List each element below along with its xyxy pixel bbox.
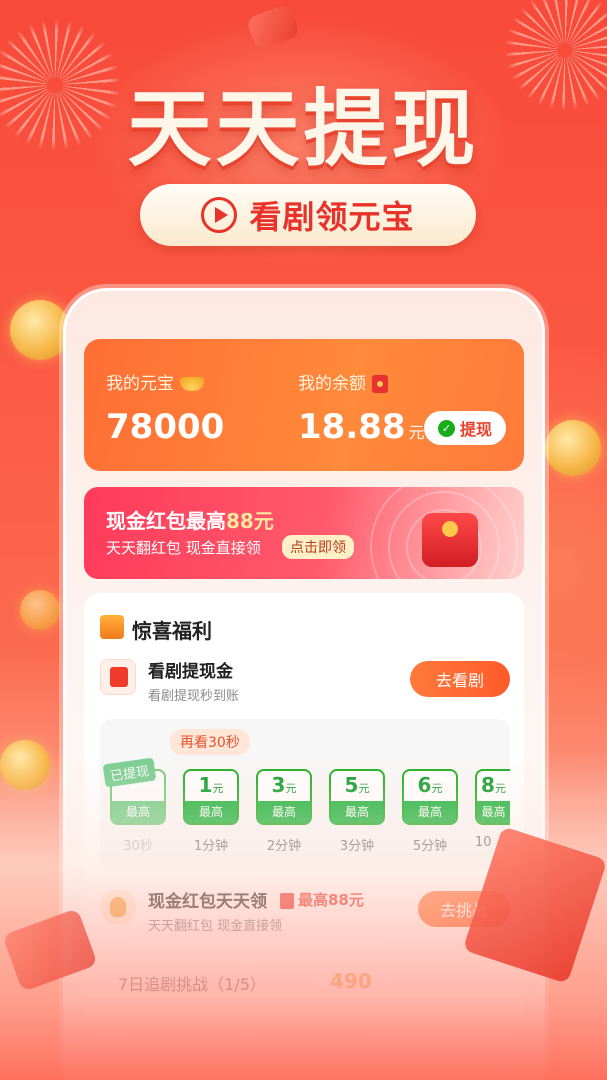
step-tag: 最高 xyxy=(112,801,164,823)
step-tag: 最高 xyxy=(404,801,456,823)
watch-progress-box: 再看30秒 最高 已提现 30秒 1元 最高 1分钟 3元 最高 2分钟 5元 … xyxy=(100,719,510,869)
withdraw-button[interactable]: ✓ 提现 xyxy=(424,411,506,445)
red-envelope-icon xyxy=(422,513,478,567)
step-time: 5分钟 xyxy=(412,839,448,854)
balance-label-row: 我的余额 xyxy=(298,369,388,394)
ingots-value: 78000 xyxy=(106,407,225,447)
gift-icon xyxy=(100,615,124,639)
gold-ingot-icon xyxy=(180,377,204,391)
balance-label: 我的余额 xyxy=(298,374,366,394)
red-packet-icon xyxy=(280,892,294,909)
step-time: 30秒 xyxy=(123,839,153,854)
step-tag: 最高 xyxy=(477,801,510,823)
task-redpacket-subtitle: 天天翻红包 现金直接领 xyxy=(148,919,283,934)
claim-now-button[interactable]: 点击即领 xyxy=(282,535,354,559)
watch-more-hint: 再看30秒 xyxy=(170,729,250,755)
progress-step: 6元 最高 xyxy=(402,769,458,825)
balance-value: 18.88 xyxy=(298,407,406,447)
wechat-icon: ✓ xyxy=(437,419,455,437)
step-tag: 最高 xyxy=(185,801,237,823)
progress-step: 8元 最高 xyxy=(475,769,510,825)
go-watch-button[interactable]: 去看剧 xyxy=(410,661,510,697)
coin-icon xyxy=(10,300,70,360)
balance-row: 18.88 元 xyxy=(298,407,425,447)
promo-title-prefix: 现金红包最高 xyxy=(106,509,226,533)
task-redpacket-title: 现金红包天天领 xyxy=(148,892,267,912)
max-reward-badge: 最高88元 xyxy=(280,889,364,910)
task-watch-title: 看剧提现金 xyxy=(148,662,233,682)
promo-title-amount: 88元 xyxy=(226,509,274,533)
progress-step: 3元 最高 xyxy=(256,769,312,825)
progress-step: 1元 最高 xyxy=(183,769,239,825)
step-amount: 1元 xyxy=(198,773,224,797)
step-amount: 8元 xyxy=(481,773,506,797)
step-tag: 最高 xyxy=(258,801,310,823)
step-amount: 3元 xyxy=(271,773,297,797)
step-time: 1分钟 xyxy=(193,839,229,854)
step-amount: 5元 xyxy=(344,773,370,797)
section-title: 惊喜福利 xyxy=(132,619,212,643)
ingots-label-row: 我的元宝 xyxy=(106,369,204,394)
phone-frame: 我的元宝 78000 我的余额 18.88 元 ✓ 提现 现金红包最高88元 天天… xyxy=(63,288,545,1080)
withdrawn-badge: 已提现 xyxy=(102,757,157,788)
cash-redpacket-promo[interactable]: 现金红包最高88元 天天翻红包 现金直接领 点击即领 xyxy=(84,487,524,579)
step-time: 3分钟 xyxy=(339,839,375,854)
promo-title: 现金红包最高88元 xyxy=(106,505,274,534)
red-packet-icon xyxy=(100,659,136,695)
red-packet-icon xyxy=(372,375,388,393)
promo-subtitle: 天天翻红包 现金直接领 xyxy=(106,539,261,557)
step-time: 2分钟 xyxy=(266,839,302,854)
step-amount: 6元 xyxy=(417,773,443,797)
play-icon xyxy=(201,197,238,233)
surprise-benefits-section: 惊喜福利 看剧提现金 看剧提现秒到账 去看剧 再看30秒 最高 已提现 30秒 … xyxy=(84,593,524,1080)
coin-icon xyxy=(0,740,50,790)
task-challenge-title: 7日追剧挑战（1/5） xyxy=(118,975,266,994)
account-card: 我的元宝 78000 我的余额 18.88 元 ✓ 提现 xyxy=(84,339,524,471)
task-challenge-reward: 490 xyxy=(330,969,372,993)
balance-unit: 元 xyxy=(408,423,425,442)
watch-drama-label: 看剧领元宝 xyxy=(249,198,415,236)
watch-drama-button[interactable]: 看剧领元宝 xyxy=(140,184,476,246)
ingots-label: 我的元宝 xyxy=(106,374,174,394)
progress-step: 最高 已提现 xyxy=(102,757,166,825)
page-title: 天天提现 xyxy=(127,80,480,178)
coin-icon xyxy=(545,420,601,476)
withdraw-label: 提现 xyxy=(459,420,492,439)
step-tag: 最高 xyxy=(331,801,383,823)
money-bag-icon xyxy=(100,889,136,925)
progress-step: 5元 最高 xyxy=(329,769,385,825)
phone-screen: 我的元宝 78000 我的余额 18.88 元 ✓ 提现 现金红包最高88元 天天… xyxy=(66,291,542,1080)
task-watch-subtitle: 看剧提现秒到账 xyxy=(148,689,240,704)
coin-icon xyxy=(20,590,60,630)
